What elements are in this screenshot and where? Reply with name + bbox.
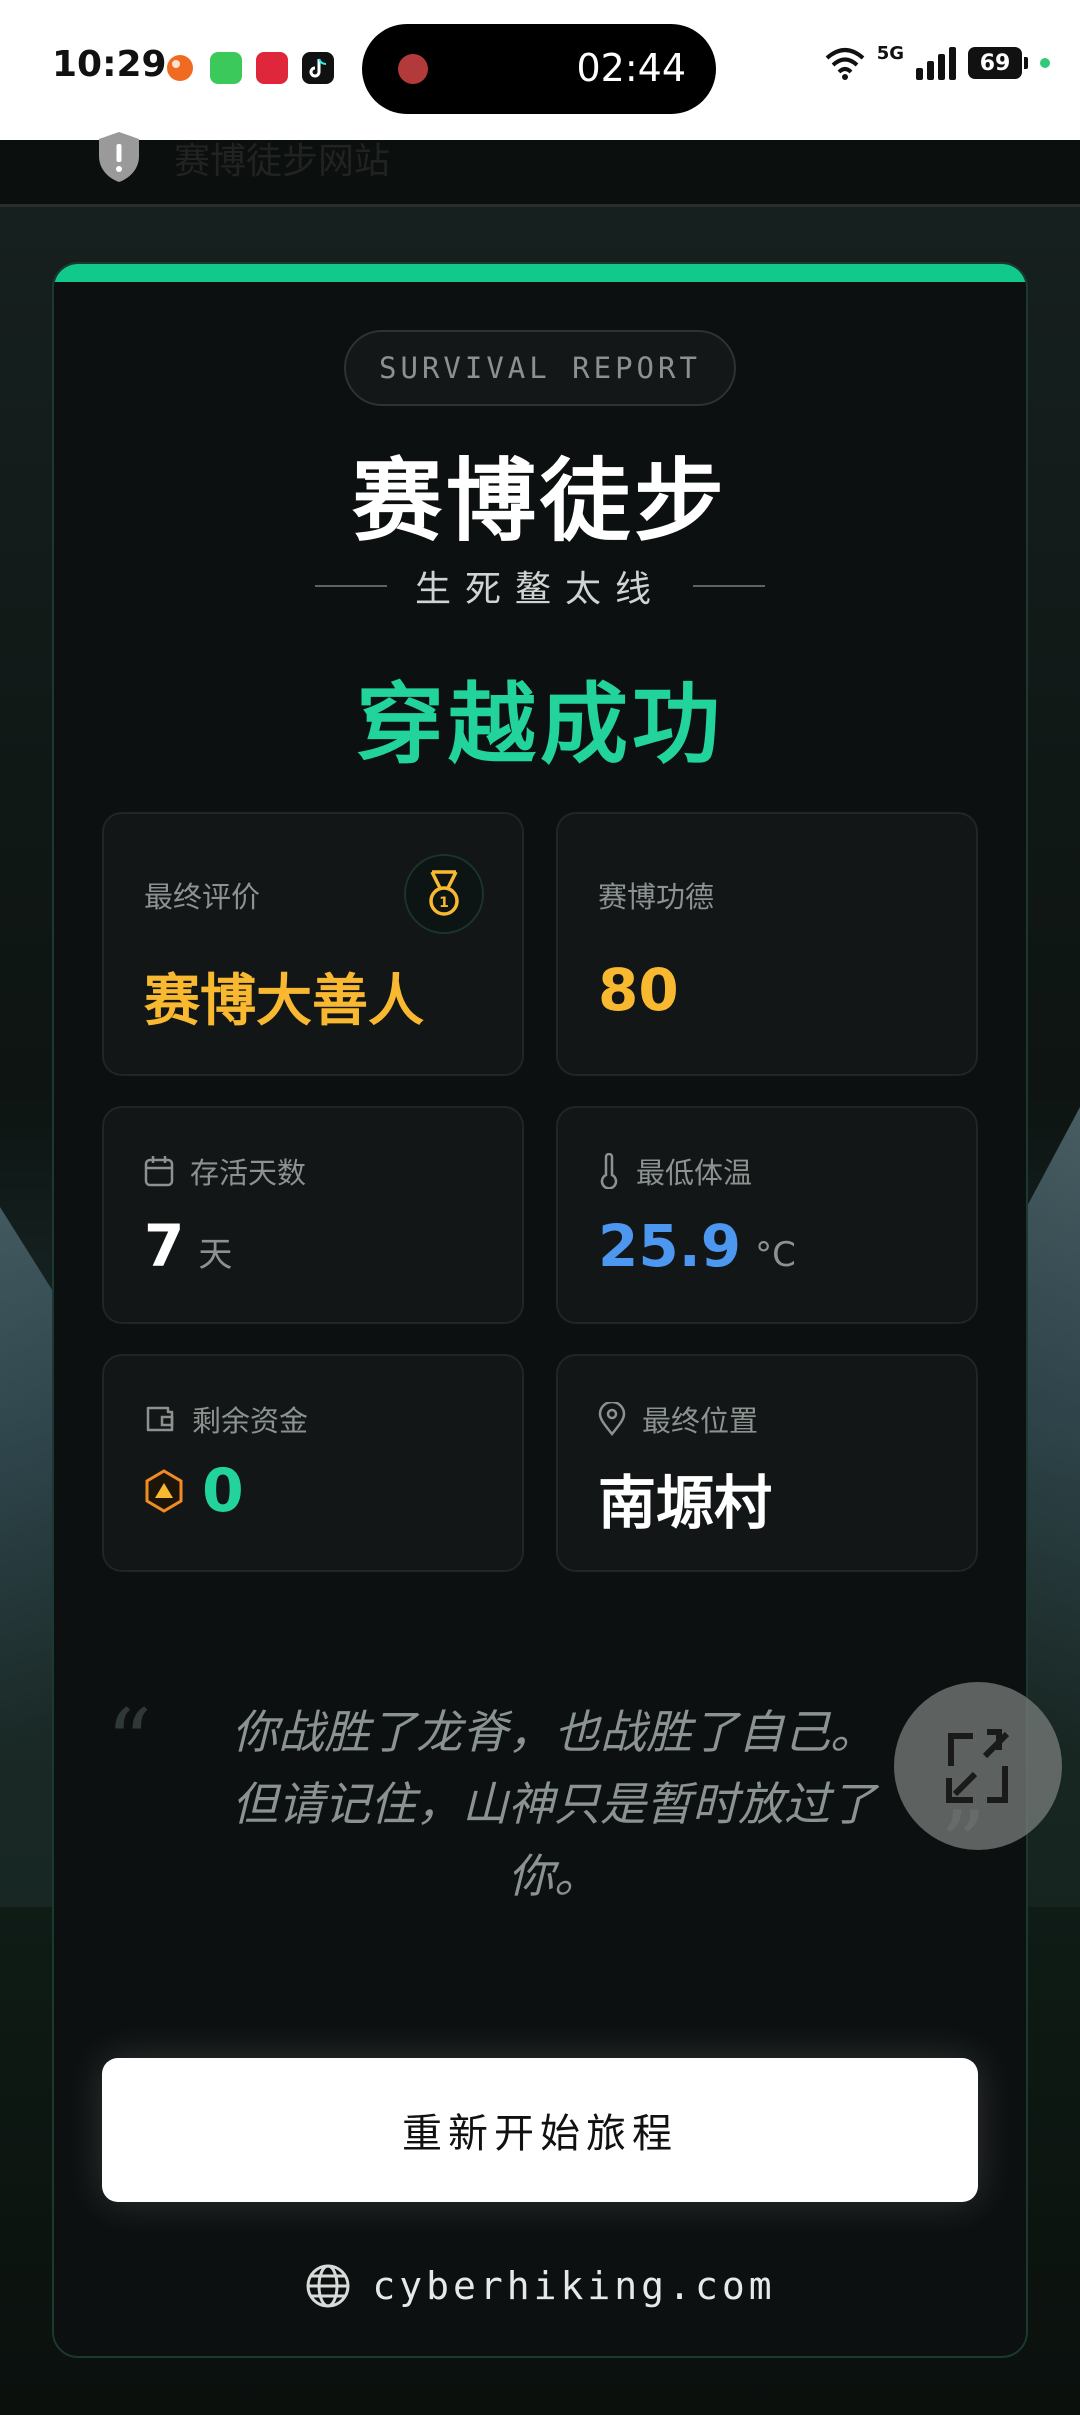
stat-label-row: 存活天数: [144, 1150, 306, 1192]
stat-unit: °C: [755, 1235, 796, 1275]
notification-icons: [164, 52, 334, 84]
stat-value: 25.9: [598, 1212, 742, 1280]
wallet-icon: [146, 1406, 174, 1432]
globe-icon: [306, 2264, 350, 2308]
stat-label-row: 最终位置: [598, 1398, 758, 1440]
location-pin-icon: [598, 1402, 626, 1436]
restart-journey-button[interactable]: 重新开始旅程: [102, 2058, 978, 2202]
stat-label: 最终位置: [642, 1404, 759, 1438]
stat-tile-days: 存活天数 7 天: [102, 1106, 524, 1324]
signal-icon: [916, 46, 956, 80]
domain-text: cyberhiking.com: [372, 2264, 776, 2308]
network-type: 5G: [876, 42, 904, 64]
divider: [693, 585, 765, 587]
stat-label: 存活天数: [190, 1156, 307, 1190]
stat-value: 赛博大善人: [144, 969, 424, 1034]
divider: [314, 585, 387, 587]
battery-icon: 69: [968, 47, 1028, 79]
recording-icon: [398, 54, 428, 84]
stat-unit: 天: [198, 1235, 233, 1275]
stat-value: 南塬村: [598, 1469, 773, 1537]
stat-label: 最低体温: [636, 1156, 753, 1190]
stat-value: 80: [598, 956, 679, 1024]
stat-label: 剩余资金: [192, 1404, 309, 1438]
collapse-icon: [946, 1729, 1010, 1803]
wifi-icon: [825, 48, 865, 80]
status-bar: 10:29 02:44 5G 69 赛博徒步网站: [0, 0, 1080, 182]
subtitle-text: 生死鳌太线: [414, 569, 665, 610]
recording-timer: 02:44: [576, 46, 686, 90]
coin-icon: [145, 1469, 183, 1513]
stat-label: 最终评价: [144, 880, 261, 914]
dynamic-island[interactable]: 02:44: [362, 24, 716, 114]
card-accent-bar: [54, 264, 1026, 282]
medal-icon: 1: [404, 854, 484, 934]
minimize-fab-button[interactable]: [894, 1682, 1062, 1850]
tiktok-icon: [302, 52, 334, 84]
quote-open-icon: “: [106, 1690, 153, 1795]
svg-text:1: 1: [439, 895, 449, 911]
battery-level: 69: [979, 50, 1011, 76]
stat-tile-rating: 最终评价 1 赛博大善人: [102, 812, 524, 1076]
calendar-icon: [144, 1156, 174, 1187]
stat-label: 赛博功德: [598, 880, 715, 914]
status-time: 10:29: [52, 44, 167, 85]
shield-icon: [99, 132, 139, 182]
survival-report-card: SURVIVAL REPORT 赛博徒步 生死鳌太线 穿越成功 最终评价 1 赛…: [52, 262, 1028, 2358]
stat-value: 7: [144, 1212, 185, 1280]
quote-line-2: 但请记住，山神只是暂时放过了: [232, 1777, 876, 1831]
stat-value-row: 0: [144, 1456, 244, 1526]
stat-label-row: 剩余资金: [144, 1398, 308, 1440]
report-pill: SURVIVAL REPORT: [344, 330, 736, 406]
stat-label-row: 最低体温: [598, 1150, 752, 1192]
stat-tile-merit: 赛博功德 80: [556, 812, 978, 1076]
stat-tile-funds: 剩余资金 0: [102, 1354, 524, 1572]
page-title: 赛博徒步网站: [174, 141, 391, 182]
footer-domain[interactable]: cyberhiking.com: [54, 2262, 1026, 2310]
app-icon-green: [210, 52, 242, 84]
quote-line-3: 你。: [508, 1849, 600, 1903]
app-icon-orange: [164, 52, 196, 84]
status-right: 5G 69: [825, 42, 1050, 80]
app-icon-red: [256, 52, 288, 84]
quote-line-1: 你战胜了龙脊，也战胜了自己。: [232, 1705, 876, 1759]
stat-value: 0: [202, 1456, 244, 1526]
result-status: 穿越成功: [355, 673, 724, 776]
stat-tile-temperature: 最低体温 25.9 °C: [556, 1106, 978, 1324]
report-subtitle: 生死鳌太线: [54, 560, 1026, 612]
stat-tile-location: 最终位置 南塬村: [556, 1354, 978, 1572]
stat-value-row: 25.9 °C: [598, 1212, 796, 1280]
report-title: 赛博徒步: [352, 449, 728, 554]
thermometer-icon: [600, 1153, 618, 1189]
stat-value-row: 7 天: [144, 1212, 232, 1280]
privacy-dot: [1040, 58, 1050, 68]
